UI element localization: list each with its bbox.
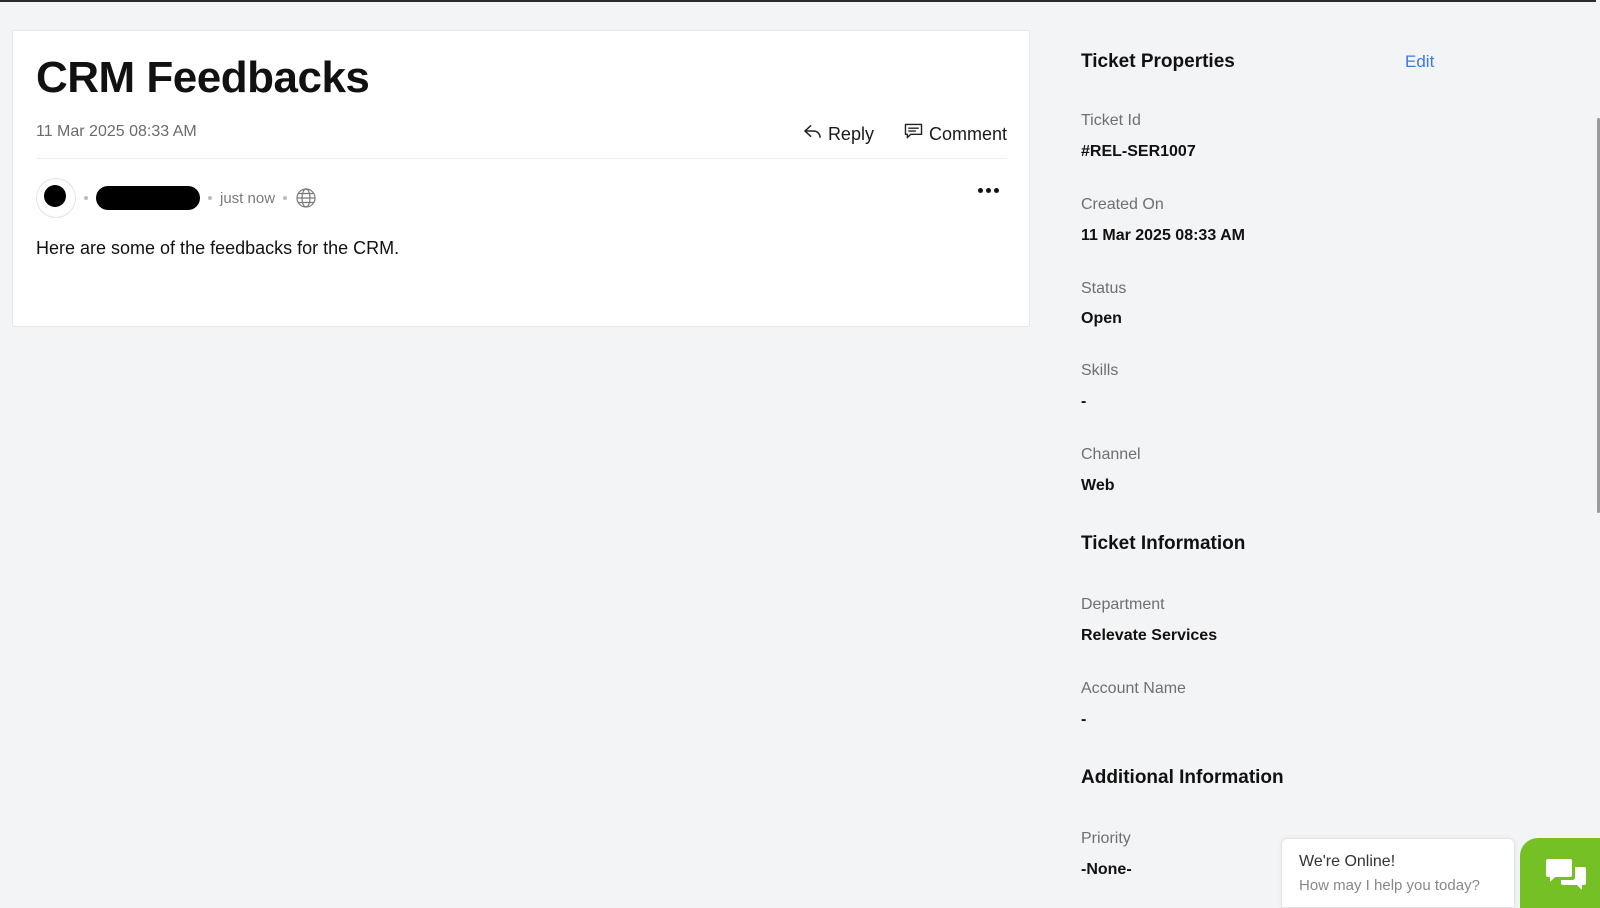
reply-button[interactable]: Reply (803, 123, 874, 145)
priority-label: Priority (1081, 830, 1131, 847)
separator-dot (84, 196, 88, 200)
comment-icon (904, 123, 923, 145)
chat-title: We're Online! (1299, 853, 1396, 870)
ticket-created-date: 11 Mar 2025 08:33 AM (36, 123, 197, 140)
status-label: Status (1081, 280, 1127, 297)
reply-icon (803, 123, 822, 145)
ticket-title: CRM Feedbacks (36, 53, 370, 102)
chat-greeting-bubble[interactable]: We're Online! How may I help you today? (1281, 838, 1515, 908)
ticket-properties-panel: Ticket Properties Edit Ticket Id #REL-SE… (1081, 0, 1441, 908)
author-name-redacted (96, 186, 200, 210)
created-on-value: 11 Mar 2025 08:33 AM (1081, 227, 1245, 244)
separator-dot (208, 196, 212, 200)
more-options-icon[interactable] (978, 188, 999, 193)
priority-value: -None- (1081, 861, 1132, 878)
channel-value: Web (1081, 477, 1115, 494)
skills-label: Skills (1081, 362, 1119, 379)
additional-information-title: Additional Information (1081, 767, 1284, 788)
ticket-information-title: Ticket Information (1081, 533, 1246, 554)
ticket-actions: Reply Comment (803, 123, 1007, 145)
globe-icon (295, 187, 317, 209)
separator-dot (283, 196, 288, 200)
chat-subtitle: How may I help you today? (1299, 877, 1480, 894)
ticket-id-label: Ticket Id (1081, 112, 1141, 129)
reply-label: Reply (827, 123, 874, 144)
thread-header: just now (36, 178, 1007, 218)
comment-button[interactable]: Comment (904, 123, 1007, 145)
channel-label: Channel (1081, 446, 1141, 463)
created-on-label: Created On (1081, 196, 1164, 213)
status-value: Open (1081, 310, 1122, 327)
comment-label: Comment (928, 123, 1007, 144)
avatar (36, 178, 76, 218)
account-name-label: Account Name (1081, 680, 1186, 697)
department-label: Department (1081, 596, 1165, 613)
chat-launcher-button[interactable] (1520, 838, 1600, 908)
thread-body: Here are some of the feedbacks for the C… (36, 238, 400, 258)
department-value: Relevate Services (1081, 627, 1218, 644)
account-name-value: - (1081, 711, 1087, 728)
skills-value: - (1081, 393, 1087, 410)
ticket-properties-title: Ticket Properties (1081, 51, 1235, 72)
edit-link[interactable]: Edit (1405, 52, 1434, 72)
card-divider (36, 158, 1007, 159)
thread-time: just now (220, 189, 276, 207)
ticket-id-value: #REL-SER1007 (1081, 143, 1196, 160)
ticket-card: CRM Feedbacks 11 Mar 2025 08:33 AM Reply… (12, 30, 1030, 327)
